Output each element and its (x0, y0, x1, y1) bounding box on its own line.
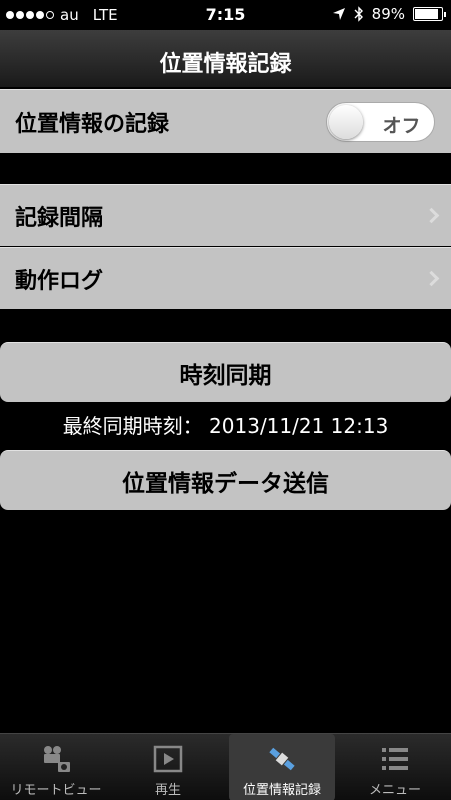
battery-percent: 89% (371, 5, 405, 23)
tab-label: 再生 (154, 783, 181, 798)
battery-icon (413, 7, 446, 21)
location-recording-toggle[interactable]: オフ (326, 101, 435, 142)
tab-label: 位置情報記録 (242, 783, 321, 798)
record-interval-label: 記録間隔 (15, 205, 104, 231)
send-location-data-label: 位置情報データ送信 (122, 470, 329, 497)
status-bar: au LTE 7:15 89% (0, 0, 451, 30)
send-location-data-button[interactable]: 位置情報データ送信 (0, 450, 451, 510)
tab-label: メニュー (368, 783, 421, 798)
toggle-state-label: オフ (382, 114, 421, 137)
tab-menu[interactable]: メニュー (339, 734, 451, 800)
tab-label: リモートビュー (10, 783, 102, 798)
location-recording-label: 位置情報の記録 (15, 111, 170, 137)
tab-bar: リモートビュー 再生 位置情報記録 メニュー (0, 733, 451, 800)
camera-icon (44, 746, 70, 772)
tab-location-record[interactable]: 位置情報記録 (229, 734, 335, 800)
tab-remote-view[interactable]: リモートビュー (0, 734, 112, 800)
time-sync-label: 時刻同期 (179, 362, 272, 389)
play-icon (153, 745, 183, 773)
status-right: 89% (332, 5, 446, 23)
operation-log-row[interactable]: 動作ログ (0, 247, 451, 309)
page-title: 位置情報記録 (159, 52, 292, 77)
location-recording-row: 位置情報の記録 オフ (0, 89, 451, 153)
location-arrow-icon (332, 8, 345, 20)
satellite-icon (269, 747, 295, 771)
record-interval-row[interactable]: 記録間隔 (0, 184, 451, 246)
last-sync-time: 最終同期時刻： 2013/11/21 12:13 (62, 414, 389, 438)
menu-icon (382, 748, 408, 770)
navigation-bar: 位置情報記録 (0, 30, 451, 88)
chevron-right-icon (423, 270, 440, 286)
time-sync-button[interactable]: 時刻同期 (0, 342, 451, 402)
operation-log-label: 動作ログ (15, 268, 104, 294)
bluetooth-icon (354, 6, 363, 22)
toggle-knob (329, 104, 363, 139)
chevron-right-icon (423, 207, 440, 223)
tab-playback[interactable]: 再生 (112, 734, 224, 800)
